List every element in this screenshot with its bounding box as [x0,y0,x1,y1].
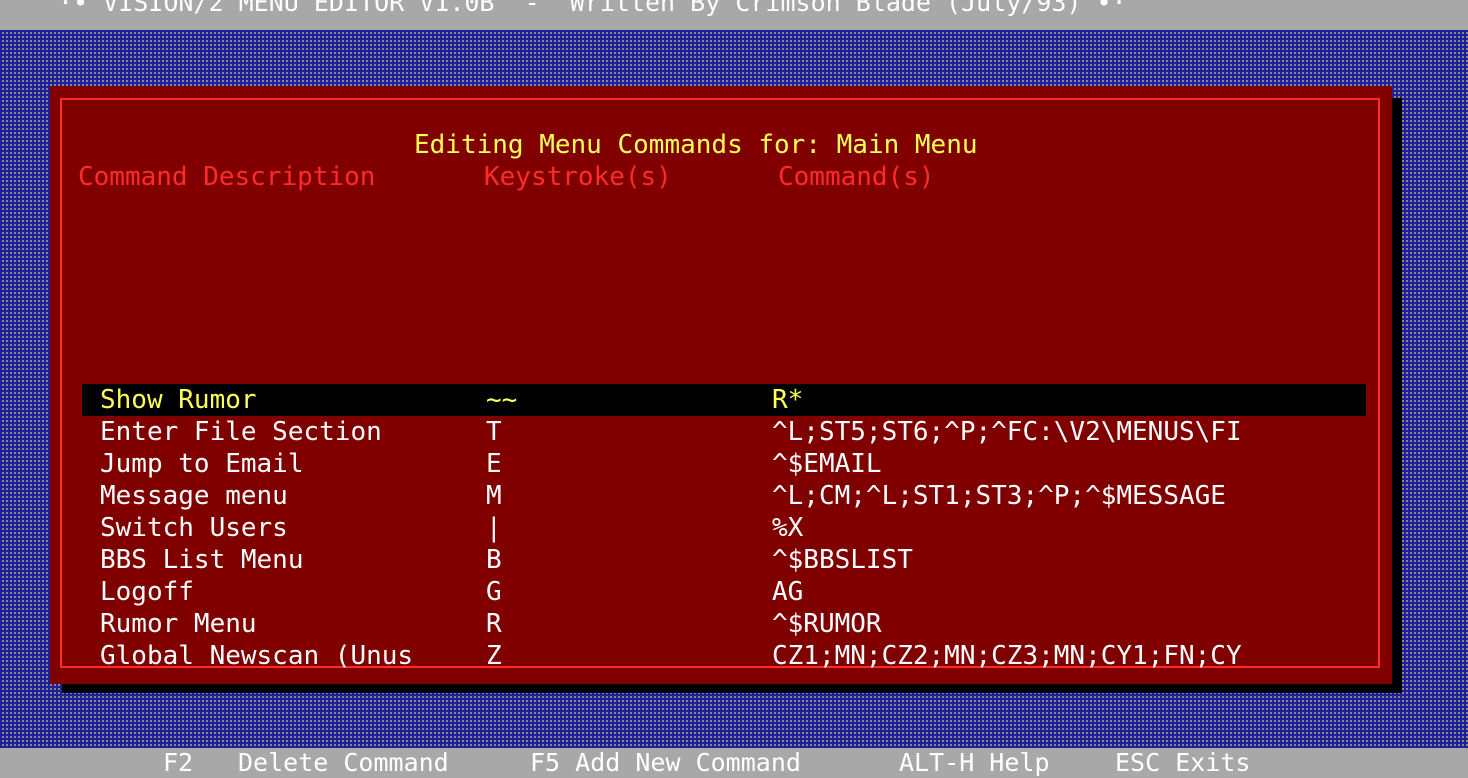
command-description: Enter File Section [100,417,382,447]
command-string: ^$RUMOR [772,609,882,639]
command-keystroke: M [486,481,502,511]
command-row[interactable]: Switch Users | %X [82,512,1366,544]
command-string: R* [772,385,804,415]
command-string: ^$EMAIL [772,449,882,479]
footer-bar: F2 Delete Command F5 Add New Command ALT… [0,748,1468,778]
command-list: Show Rumor ~~ R* Enter File Section T ^L… [82,384,1366,672]
menu-editor-panel: Editing Menu Commands for: Main Menu Com… [50,86,1392,684]
help-hint[interactable]: ALT-H Help [899,748,1050,778]
command-string: ^L;CM;^L;ST1;ST3;^P;^$MESSAGE [772,481,1226,511]
command-string: AG [772,577,804,607]
add-command-hint[interactable]: F5 Add New Command [530,748,801,778]
command-description: Message menu [100,481,288,511]
command-description: Rumor Menu [100,609,257,639]
command-description: Logoff [100,577,194,607]
title-bar: ·• VISION/2 MENU EDITOR V1.0B - Written … [0,0,1468,30]
command-string: ^$BBSLIST [772,545,913,575]
command-string: %X [772,513,804,543]
command-keystroke: ~~ [486,385,518,415]
command-string: CZ1;MN;CZ2;MN;CZ3;MN;CY1;FN;CY [772,641,1242,671]
column-header-keystrokes: Keystroke(s) [484,162,672,192]
command-row[interactable]: Rumor Menu R ^$RUMOR [82,608,1366,640]
app-title: ·• VISION/2 MENU EDITOR V1.0B - Written … [58,0,1127,17]
command-string: ^L;ST5;ST6;^P;^FC:\V2\MENUS\FI [772,417,1242,447]
command-description: Global Newscan (Unus [100,641,414,671]
command-description: BBS List Menu [100,545,304,575]
command-keystroke: T [486,417,502,447]
command-description: Show Rumor [100,385,257,415]
command-keystroke: B [486,545,502,575]
panel-border: Editing Menu Commands for: Main Menu Com… [60,98,1380,671]
command-keystroke: E [486,449,502,479]
command-row[interactable]: Message menu M ^L;CM;^L;ST1;ST3;^P;^$MES… [82,480,1366,512]
command-row[interactable]: Jump to Email E ^$EMAIL [82,448,1366,480]
command-row-selected[interactable]: Show Rumor ~~ R* [82,384,1366,416]
command-keystroke: G [486,577,502,607]
command-row[interactable]: Logoff G AG [82,576,1366,608]
command-description: Switch Users [100,513,288,543]
command-keystroke: R [486,609,502,639]
f2-key[interactable]: F2 [163,748,193,778]
column-header-commands: Command(s) [778,162,935,192]
exit-hint[interactable]: ESC Exits [1115,748,1250,778]
delete-command-hint[interactable]: Delete Command [238,748,449,778]
command-keystroke: | [486,513,502,543]
command-description: Jump to Email [100,449,304,479]
command-row[interactable]: BBS List Menu B ^$BBSLIST [82,544,1366,576]
command-row[interactable]: Global Newscan (Unus Z CZ1;MN;CZ2;MN;CZ3… [82,640,1366,672]
column-header-description: Command Description [78,162,376,192]
editing-heading: Editing Menu Commands for: Main Menu [414,130,978,160]
command-keystroke: Z [486,641,502,671]
command-row[interactable]: Enter File Section T ^L;ST5;ST6;^P;^FC:\… [82,416,1366,448]
